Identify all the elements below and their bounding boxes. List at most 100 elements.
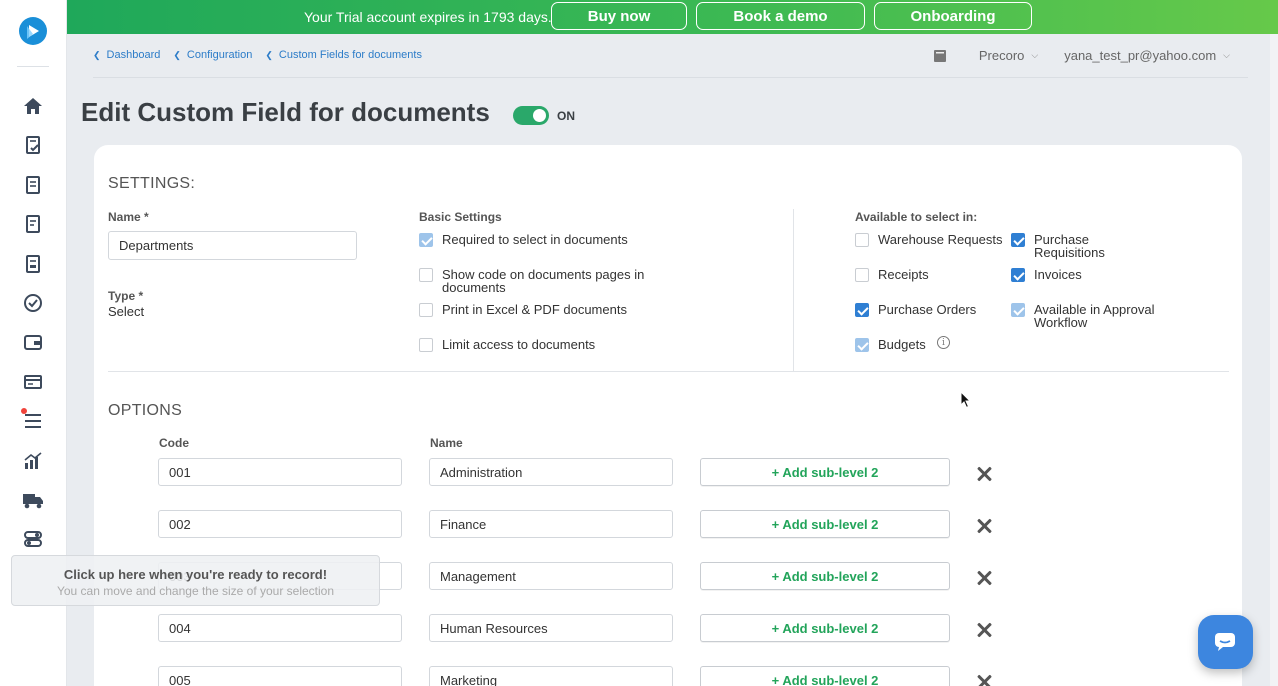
print-checkbox-row[interactable]: Print in Excel & PDF documents [419, 303, 679, 317]
remove-option-icon[interactable] [976, 466, 992, 482]
basic-settings-label: Basic Settings [419, 210, 502, 224]
checkbox-label: Limit access to documents [442, 337, 596, 352]
receipts-row[interactable]: Receipts [855, 268, 1005, 282]
name-input[interactable]: Departments [108, 231, 357, 260]
budgets-row[interactable]: Budgets [855, 338, 935, 352]
purchase-requisitions-checkbox[interactable] [1011, 233, 1025, 247]
remove-option-icon[interactable] [976, 674, 992, 686]
recording-overlay-title: Click up here when you're ready to recor… [63, 567, 328, 582]
checkbox-label: Warehouse Requests [878, 232, 1003, 247]
invoice-icon[interactable] [22, 253, 44, 275]
warehouse-requests-checkbox[interactable] [855, 233, 869, 247]
settings-section-title: SETTINGS: [108, 175, 196, 192]
checkbox-label: Available in Approval Workflow [1034, 302, 1155, 330]
wallet-icon[interactable] [22, 331, 44, 353]
checkbox-label: Print in Excel & PDF documents [442, 302, 627, 317]
chat-button[interactable] [1198, 615, 1253, 669]
add-sublevel-button[interactable]: + Add sub-level 2 [700, 510, 950, 538]
checkbox-label: Show code on documents pages in document… [442, 267, 645, 295]
name-label: Name * [108, 210, 149, 224]
user-dropdown[interactable]: yana_test_pr@yahoo.com ⌵ [1064, 48, 1230, 63]
purchase-orders-checkbox[interactable] [855, 303, 869, 317]
add-sublevel-button[interactable]: + Add sub-level 2 [700, 666, 950, 686]
option-code-input[interactable]: 004 [158, 614, 402, 642]
active-toggle[interactable] [513, 106, 549, 125]
recording-overlay-subtitle: You can move and change the size of your… [56, 584, 335, 598]
invoices-checkbox[interactable] [1011, 268, 1025, 282]
breadcrumb-configuration[interactable]: ❮ Configuration [173, 49, 252, 61]
remove-option-icon[interactable] [976, 622, 992, 638]
print-checkbox[interactable] [419, 303, 433, 317]
add-sublevel-button[interactable]: + Add sub-level 2 [700, 614, 950, 642]
checkbox-label: Required to select in documents [442, 232, 628, 247]
options-section-title: OPTIONS [108, 402, 183, 419]
delivery-truck-icon[interactable] [22, 489, 44, 511]
knowledge-book-icon[interactable] [933, 49, 947, 63]
settings-toggles-icon[interactable] [22, 528, 44, 550]
info-icon[interactable]: i [937, 336, 950, 349]
chevron-left-icon: ❮ [265, 49, 273, 60]
company-dropdown[interactable]: Precoro ⌵ [979, 48, 1038, 63]
required-checkbox[interactable] [419, 233, 433, 247]
add-sublevel-button[interactable]: + Add sub-level 2 [700, 562, 950, 590]
chevron-down-icon: ⌵ [1031, 50, 1039, 60]
option-name-input[interactable]: Finance [429, 510, 673, 538]
recording-overlay[interactable]: Click up here when you're ready to recor… [11, 555, 380, 606]
option-code-input[interactable]: 002 [158, 510, 402, 538]
chevron-left-icon: ❮ [173, 49, 181, 60]
toggle-label: ON [557, 109, 575, 123]
budgets-checkbox[interactable] [855, 338, 869, 352]
show-code-checkbox-row[interactable]: Show code on documents pages in document… [419, 268, 679, 294]
checkbox-label: Invoices [1034, 267, 1082, 282]
option-name-input[interactable]: Management [429, 562, 673, 590]
name-column-header: Name [430, 436, 463, 450]
receipt-icon[interactable] [22, 213, 44, 235]
option-code-input[interactable]: 005 [158, 666, 402, 686]
approval-workflow-checkbox[interactable] [1011, 303, 1025, 317]
home-icon[interactable] [22, 95, 44, 117]
option-code-input[interactable]: 001 [158, 458, 402, 486]
purchase-requisitions-row[interactable]: Purchase Requisitions [1011, 233, 1151, 259]
breadcrumb-dashboard[interactable]: ❮ Dashboard [93, 49, 160, 61]
requisition-check-icon[interactable] [22, 134, 44, 156]
show-code-checkbox[interactable] [419, 268, 433, 282]
approval-check-icon[interactable] [22, 292, 44, 314]
checkbox-label: Purchase Orders [878, 302, 977, 317]
company-name: Precoro [978, 48, 1025, 63]
purchase-order-icon[interactable] [22, 174, 44, 196]
chat-icon [1215, 633, 1235, 651]
checkbox-label: Purchase Requisitions [1034, 232, 1105, 260]
precoro-logo-icon[interactable] [19, 17, 47, 45]
warehouse-requests-row[interactable]: Warehouse Requests [855, 233, 1005, 247]
purchase-orders-row[interactable]: Purchase Orders [855, 303, 1005, 317]
option-name-input[interactable]: Human Resources [429, 614, 673, 642]
type-value: Select [108, 304, 145, 319]
book-demo-button[interactable]: Book a demo [696, 2, 865, 30]
payment-card-icon[interactable] [22, 371, 44, 393]
top-nav: Precoro ⌵ yana_test_pr@yahoo.com ⌵ [933, 48, 1230, 63]
chevron-left-icon: ❮ [93, 49, 101, 60]
option-name-input[interactable]: Administration [429, 458, 673, 486]
remove-option-icon[interactable] [976, 518, 992, 534]
buy-now-button[interactable]: Buy now [551, 2, 687, 30]
receipts-checkbox[interactable] [855, 268, 869, 282]
settings-vertical-divider [793, 209, 794, 371]
limit-access-checkbox-row[interactable]: Limit access to documents [419, 338, 679, 352]
option-name-input[interactable]: Marketing [429, 666, 673, 686]
checkbox-label: Receipts [878, 267, 929, 282]
remove-option-icon[interactable] [976, 570, 992, 586]
analytics-chart-icon[interactable] [22, 450, 44, 472]
onboarding-button[interactable]: Onboarding [874, 2, 1032, 30]
invoices-row[interactable]: Invoices [1011, 268, 1151, 282]
trial-expiry-text: Your Trial account expires in 1793 days. [304, 9, 552, 25]
toggle-knob [533, 109, 546, 122]
notification-dot [21, 408, 27, 414]
approval-workflow-row[interactable]: Available in Approval Workflow [1011, 303, 1171, 329]
available-label: Available to select in: [855, 210, 978, 224]
limit-access-checkbox[interactable] [419, 338, 433, 352]
breadcrumb-custom-fields[interactable]: ❮ Custom Fields for documents [265, 49, 422, 61]
page-scrollbar[interactable] [1270, 34, 1278, 686]
add-sublevel-button[interactable]: + Add sub-level 2 [700, 458, 950, 486]
required-checkbox-row[interactable]: Required to select in documents [419, 233, 679, 247]
breadcrumb: ❮ Dashboard ❮ Configuration ❮ Custom Fie… [93, 49, 422, 61]
